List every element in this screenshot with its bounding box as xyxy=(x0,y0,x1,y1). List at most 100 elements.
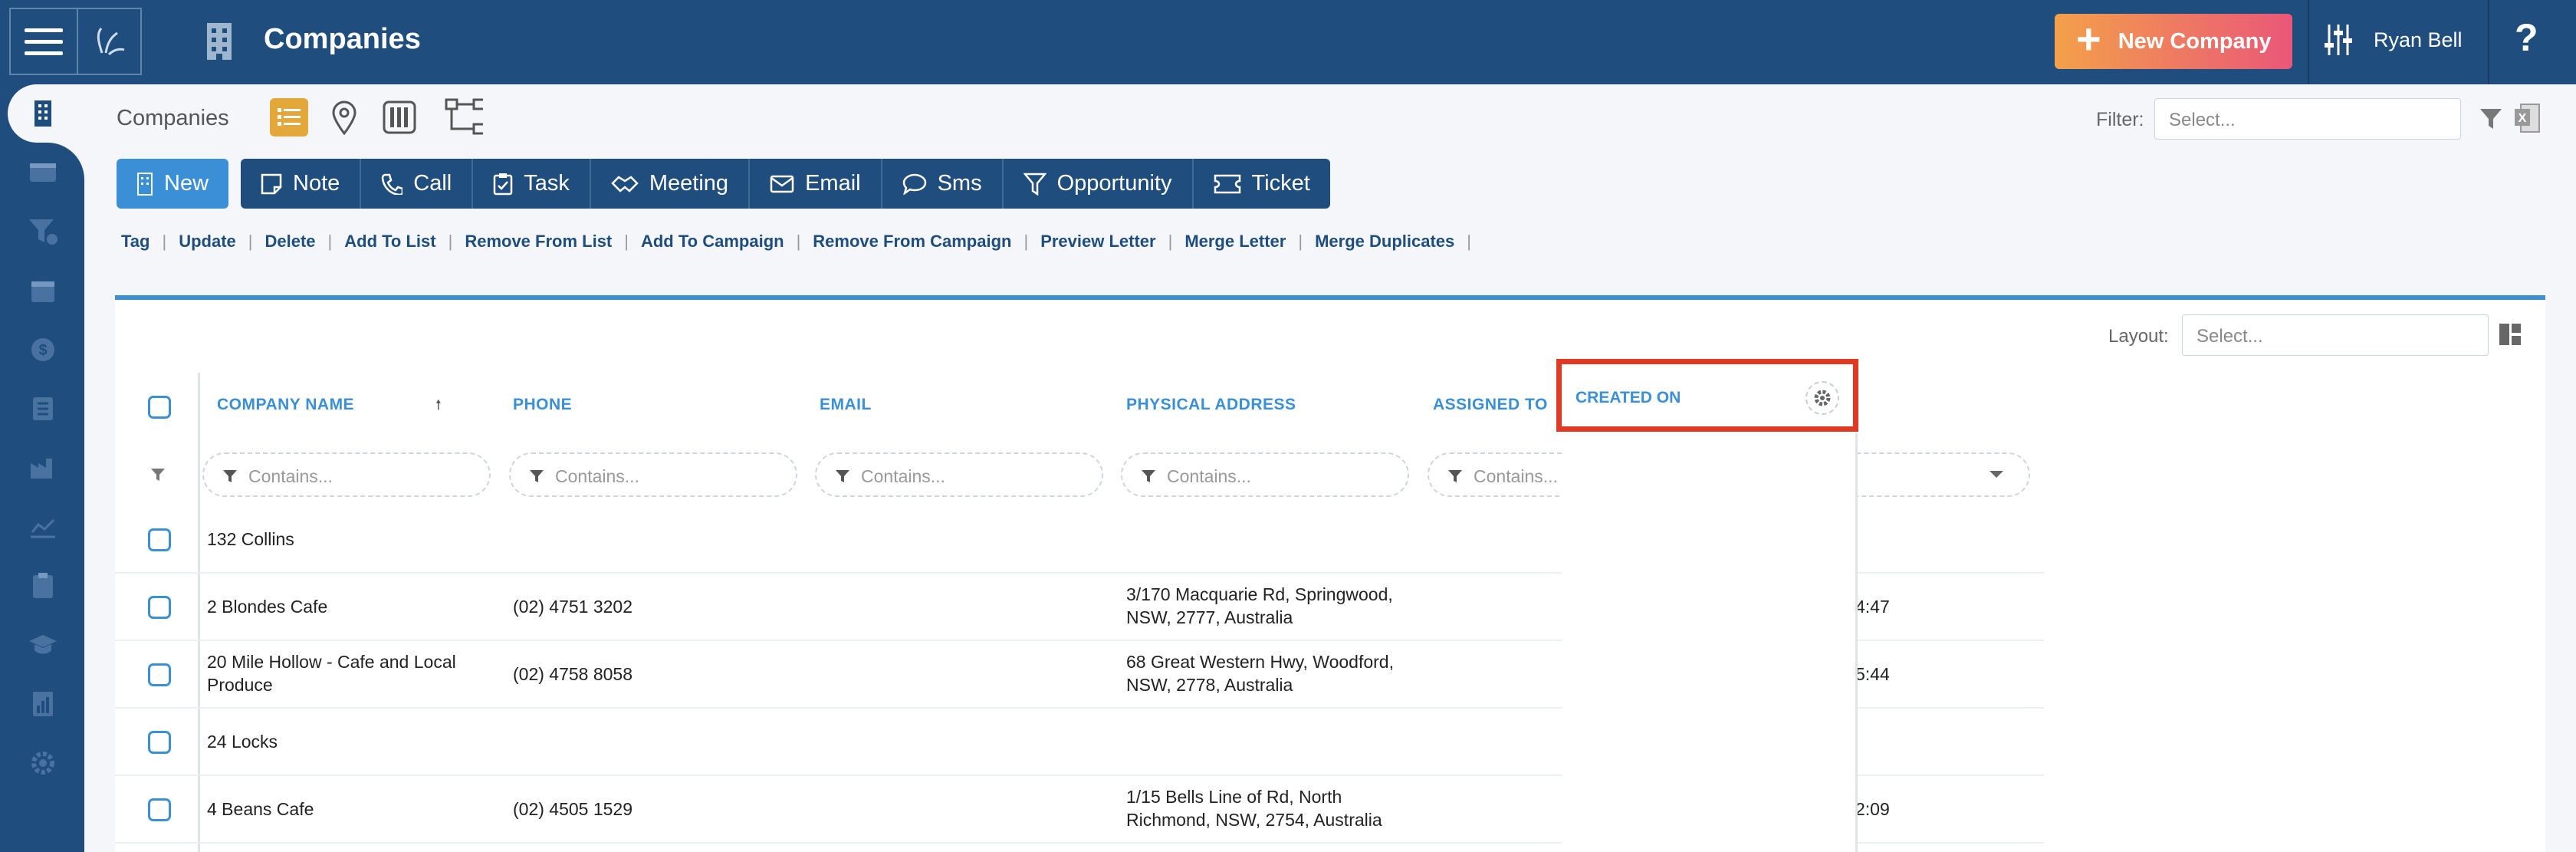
address-cell: NSW, 2778, Australia xyxy=(1126,675,1293,695)
svg-text:$: $ xyxy=(38,342,47,359)
column-header-phone[interactable]: PHONE xyxy=(513,396,572,414)
phone-cell: (02) 4758 8058 xyxy=(513,664,633,684)
line-chart-icon[interactable] xyxy=(28,512,58,542)
sliders-icon xyxy=(2325,25,2352,55)
created-on-cell: 5:44 xyxy=(1855,664,1890,684)
remove-from-list-link[interactable]: Remove From List xyxy=(465,232,612,252)
funnel-icon[interactable] xyxy=(2479,107,2503,134)
building-icon[interactable] xyxy=(28,98,58,129)
column-header-assigned-to[interactable]: ASSIGNED TO xyxy=(1433,396,1548,414)
factory-icon[interactable] xyxy=(28,452,58,483)
created-on-cell: 4:47 xyxy=(1855,597,1890,617)
filter-select[interactable]: Select... xyxy=(2154,98,2461,140)
phone-filter[interactable]: Contains... xyxy=(509,452,797,497)
top-bar: Companies + New Company Ryan Bell ? xyxy=(0,0,2576,84)
report-icon[interactable] xyxy=(28,689,58,719)
row-checkbox[interactable] xyxy=(148,663,171,686)
preview-letter-link[interactable]: Preview Letter xyxy=(1040,232,1155,252)
row-checkbox[interactable] xyxy=(148,596,171,619)
sms-button[interactable]: Sms xyxy=(882,159,1004,209)
gear-icon[interactable] xyxy=(1806,381,1839,415)
user-name: Ryan Bell xyxy=(2374,28,2463,51)
handshake-icon xyxy=(611,175,639,192)
hierarchy-view-icon[interactable] xyxy=(445,98,483,137)
graduation-cap-icon[interactable] xyxy=(28,630,58,660)
created-on-header-highlight[interactable]: CREATED ON xyxy=(1556,359,1858,432)
filter-label: Filter: xyxy=(2096,109,2144,130)
add-to-campaign-link[interactable]: Add To Campaign xyxy=(641,232,784,252)
column-drag-placeholder xyxy=(1562,437,1858,852)
note-button[interactable]: Note xyxy=(241,159,362,209)
company-name-cell[interactable]: 4 Beans Cafe xyxy=(207,798,314,821)
map-pin-icon[interactable] xyxy=(325,98,363,137)
call-button[interactable]: Call xyxy=(361,159,474,209)
column-header-created-on[interactable]: CREATED ON xyxy=(1576,389,1681,407)
phone-cell: (02) 4751 3202 xyxy=(513,597,633,617)
funnel-dollar-icon[interactable] xyxy=(28,216,58,247)
calendar-icon[interactable] xyxy=(28,275,58,306)
column-header-company-name[interactable]: COMPANY NAME xyxy=(217,396,354,414)
row-checkbox[interactable] xyxy=(148,731,171,754)
ticket-button[interactable]: Ticket xyxy=(1193,159,1330,209)
note-icon xyxy=(261,173,282,194)
layout-grid-icon[interactable] xyxy=(2498,322,2522,350)
row-checkbox[interactable] xyxy=(148,528,171,551)
dollar-icon[interactable]: $ xyxy=(28,334,58,365)
gear-icon[interactable] xyxy=(28,748,58,778)
new-button[interactable]: New xyxy=(117,159,229,209)
excel-export-icon[interactable]: X xyxy=(2513,103,2541,137)
user-menu[interactable]: Ryan Bell xyxy=(2323,23,2463,57)
company-name-cell[interactable]: 132 Collins xyxy=(207,528,294,551)
building-icon xyxy=(201,21,238,61)
company-name-cell[interactable]: 20 Mile Hollow - Cafe and Local xyxy=(207,650,456,673)
opportunity-button[interactable]: Opportunity xyxy=(1003,159,1194,209)
menu-icon[interactable] xyxy=(9,8,77,75)
select-all-checkbox[interactable] xyxy=(148,396,171,419)
kanban-view-icon[interactable] xyxy=(380,98,419,137)
sort-ascending-icon[interactable]: 🠕 xyxy=(435,396,442,419)
new-company-button[interactable]: + New Company xyxy=(2055,14,2292,69)
task-button[interactable]: Task xyxy=(473,159,591,209)
column-header-email[interactable]: EMAIL xyxy=(820,396,872,414)
bulk-action-links: Tag | Update | Delete | Add To List | Remove… xyxy=(121,232,1471,252)
phone-icon xyxy=(382,173,403,195)
id-card-icon[interactable] xyxy=(28,157,58,188)
update-link[interactable]: Update xyxy=(179,232,236,252)
action-bar: New Note Call Task Meeting Email Sms Opp… xyxy=(117,159,1330,209)
help-icon[interactable]: ? xyxy=(2515,15,2538,60)
physical-address-filter[interactable]: Contains... xyxy=(1121,452,1409,497)
plus-icon: + xyxy=(2076,15,2101,63)
chevron-down-icon[interactable] xyxy=(1988,469,2005,484)
clipboard-check-icon xyxy=(494,173,513,195)
chat-bubble-icon xyxy=(902,173,926,195)
remove-from-campaign-link[interactable]: Remove From Campaign xyxy=(813,232,1011,252)
list-view-button[interactable] xyxy=(270,98,308,137)
email-filter[interactable]: Contains... xyxy=(815,452,1103,497)
envelope-icon xyxy=(770,175,794,192)
company-name-cell[interactable]: 24 Locks xyxy=(207,730,278,753)
company-name-filter[interactable]: Contains... xyxy=(202,452,491,497)
list-icon[interactable] xyxy=(28,393,58,424)
merge-letter-link[interactable]: Merge Letter xyxy=(1184,232,1286,252)
company-name-cell[interactable]: Produce xyxy=(207,673,273,696)
building-icon xyxy=(137,172,153,196)
column-header-physical-address[interactable]: PHYSICAL ADDRESS xyxy=(1126,396,1296,414)
address-cell: Richmond, NSW, 2754, Australia xyxy=(1126,810,1382,830)
meeting-button[interactable]: Meeting xyxy=(590,159,751,209)
row-checkbox[interactable] xyxy=(148,798,171,821)
company-name-cell[interactable]: 2 Blondes Cafe xyxy=(207,595,327,618)
funnel-icon xyxy=(1023,173,1046,196)
logo-icon[interactable] xyxy=(77,8,142,75)
ticket-icon xyxy=(1214,174,1240,193)
address-cell: 1/15 Bells Line of Rd, North xyxy=(1126,787,1342,807)
merge-duplicates-link[interactable]: Merge Duplicates xyxy=(1315,232,1454,252)
delete-link[interactable]: Delete xyxy=(264,232,315,252)
email-button[interactable]: Email xyxy=(750,159,882,209)
address-cell: 3/170 Macquarie Rd, Springwood, xyxy=(1126,584,1393,604)
add-to-list-link[interactable]: Add To List xyxy=(344,232,435,252)
layout-select[interactable]: Select... xyxy=(2182,314,2489,356)
tag-link[interactable]: Tag xyxy=(121,232,150,252)
clipboard-icon[interactable] xyxy=(28,571,58,601)
svg-text:X: X xyxy=(2518,112,2527,125)
filter-row-icon xyxy=(150,468,166,485)
